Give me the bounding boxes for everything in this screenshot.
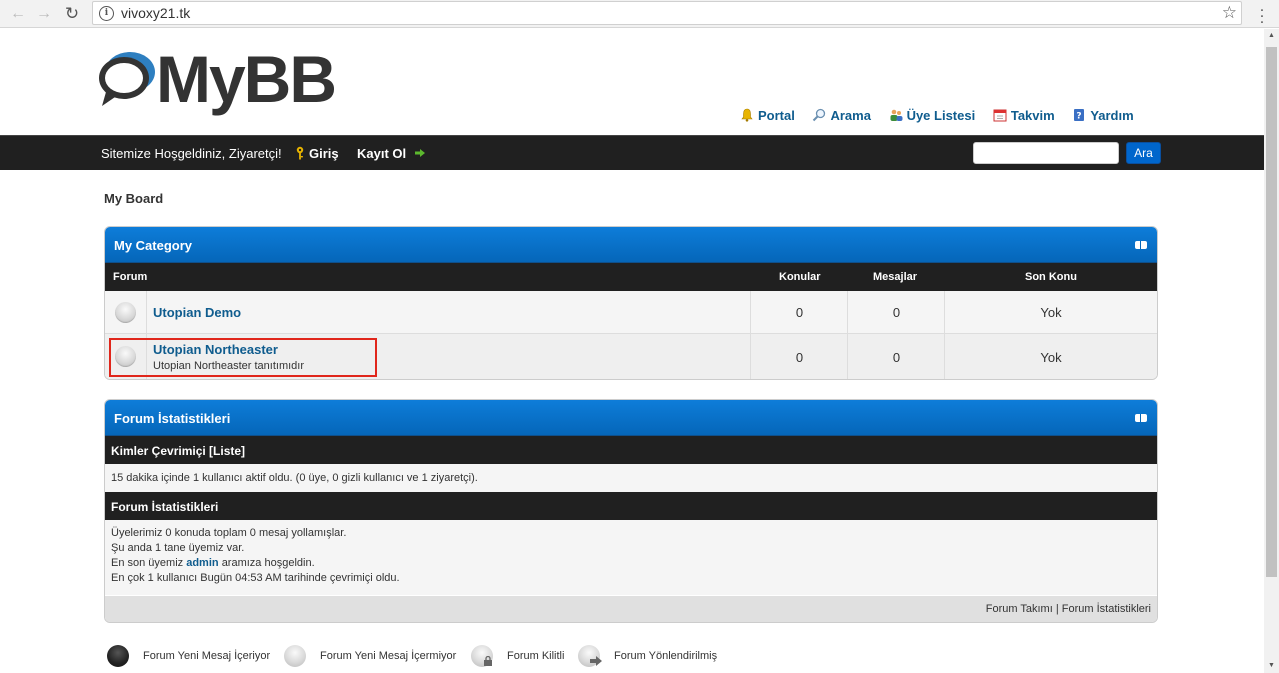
forum-no-new-posts-icon — [284, 645, 306, 667]
stats-table: Forum İstatistikleri Kimler Çevrimiçi [L… — [104, 399, 1158, 623]
stats-header: Forum İstatistikleri — [105, 400, 1157, 436]
stats-line: En son üyemiz admin aramıza hoşgeldin. — [111, 557, 315, 569]
forum-team-link[interactable]: Forum Takımı — [986, 603, 1053, 615]
table-row: Utopian Demo 0 0 Yok — [105, 291, 1157, 334]
scroll-up-icon[interactable]: ▲ — [1264, 29, 1279, 43]
online-header[interactable]: Kimler Çevrimiçi [Liste] — [111, 444, 245, 458]
stats-header-row: Forum İstatistikleri — [105, 492, 1157, 520]
forum-new-posts-icon — [107, 645, 129, 667]
column-header-row: Forum Konular Mesajlar Son Konu — [105, 263, 1157, 291]
last-post: Yok — [1040, 305, 1062, 320]
help-book-icon: ? — [1074, 109, 1085, 122]
scrollbar-thumb[interactable] — [1266, 47, 1277, 577]
search-button[interactable]: Ara — [1126, 142, 1161, 164]
stats-title: Forum İstatistikleri — [114, 411, 231, 426]
legend-label: Forum Yeni Mesaj İçeriyor — [143, 650, 271, 662]
stats-subheader: Forum İstatistikleri — [111, 500, 219, 514]
forum-link[interactable]: Utopian Demo — [153, 305, 241, 320]
online-header-row: Kimler Çevrimiçi [Liste] — [105, 436, 1157, 464]
forum-no-new-posts-icon — [115, 302, 136, 323]
posts-count: 0 — [892, 350, 901, 365]
welcome-text: Sitemize Hoşgeldiniz, Ziyaretçi! — [101, 146, 282, 161]
threads-count: 0 — [795, 305, 804, 320]
breadcrumb[interactable]: My Board — [104, 191, 163, 206]
search-link[interactable]: Arama — [812, 108, 871, 123]
calendar-icon — [993, 109, 1007, 122]
threads-count: 0 — [795, 350, 804, 365]
forum-locked-icon — [471, 645, 493, 667]
browser-toolbar: ← → ↻ i vivoxy21.tk ☆ ... — [0, 0, 1279, 28]
portal-link[interactable]: Portal — [740, 108, 795, 123]
top-links: Portal Arama Üye Listesi Takvim ? Yardım — [740, 108, 1148, 126]
category-title[interactable]: My Category — [114, 238, 192, 253]
newest-member-link[interactable]: admin — [186, 557, 218, 569]
forum-stats-link[interactable]: Forum İstatistikleri — [1062, 603, 1151, 615]
search-input[interactable] — [973, 142, 1119, 164]
stats-line: Üyelerimiz 0 konuda toplam 0 mesaj yolla… — [111, 527, 347, 539]
status-cell — [105, 291, 147, 333]
back-arrow-icon[interactable]: ← — [8, 4, 28, 24]
magnifier-icon — [813, 108, 826, 122]
forward-arrow-icon[interactable]: → — [34, 4, 54, 24]
scroll-down-icon[interactable]: ▼ — [1264, 659, 1279, 673]
register-link[interactable]: Kayıt Ol — [357, 146, 426, 161]
category-header: My Category — [105, 227, 1157, 263]
legend-label: Forum Yeni Mesaj İçermiyor — [320, 650, 457, 662]
collapse-icon[interactable] — [1135, 414, 1147, 422]
mybb-logo[interactable]: MyBB — [96, 42, 337, 116]
key-icon — [296, 146, 304, 160]
posts-count: 0 — [892, 305, 901, 320]
stats-row: Üyelerimiz 0 konuda toplam 0 mesaj yolla… — [105, 520, 1157, 595]
online-row: 15 dakika içinde 1 kullanıcı aktif oldu.… — [105, 464, 1157, 492]
arrow-right-icon — [414, 149, 425, 157]
legend-label: Forum Kilitli — [507, 650, 565, 662]
forum-legend: Forum Yeni Mesaj İçeriyor Forum Yeni Mes… — [0, 645, 1264, 667]
last-post: Yok — [1040, 350, 1062, 365]
help-link[interactable]: ? Yardım — [1072, 108, 1134, 123]
stats-footer: Forum Takımı | Forum İstatistikleri — [105, 596, 1157, 622]
address-bar[interactable]: i vivoxy21.tk ☆ — [92, 1, 1242, 25]
forum-redirect-icon — [578, 645, 602, 667]
page-scrollbar[interactable]: ▲ ▼ — [1264, 29, 1279, 673]
column-last-post: Son Konu — [1025, 271, 1077, 283]
stats-line: Şu anda 1 tane üyemiz var. — [111, 542, 245, 554]
welcome-panel: Sitemize Hoşgeldiniz, Ziyaretçi! Giriş K… — [0, 135, 1264, 170]
reload-icon[interactable]: ↻ — [62, 4, 82, 24]
speech-bubble-logo-icon — [99, 52, 155, 106]
info-icon[interactable]: i — [99, 6, 114, 21]
browser-menu-icon[interactable]: ... — [1257, 0, 1267, 27]
column-forum: Forum — [113, 271, 148, 283]
users-icon — [890, 109, 903, 121]
legend-label: Forum Yönlendirilmiş — [614, 650, 718, 662]
member-list-link[interactable]: Üye Listesi — [889, 108, 975, 123]
login-link[interactable]: Giriş — [295, 146, 339, 161]
address-url[interactable]: vivoxy21.tk — [121, 5, 190, 21]
bookmark-star-icon[interactable]: ☆ — [1222, 3, 1237, 23]
svg-text:?: ? — [1077, 112, 1082, 122]
calendar-link[interactable]: Takvim — [993, 108, 1055, 123]
logo-text: MyBB — [156, 42, 337, 116]
bell-icon — [741, 108, 753, 122]
collapse-icon[interactable] — [1135, 241, 1147, 249]
stats-line: En çok 1 kullanıcı Bugün 04:53 AM tarihi… — [111, 572, 400, 584]
column-posts: Mesajlar — [873, 271, 918, 283]
online-text: 15 dakika içinde 1 kullanıcı aktif oldu.… — [111, 472, 478, 484]
column-threads: Konular — [779, 271, 821, 283]
highlight-annotation — [109, 338, 377, 377]
